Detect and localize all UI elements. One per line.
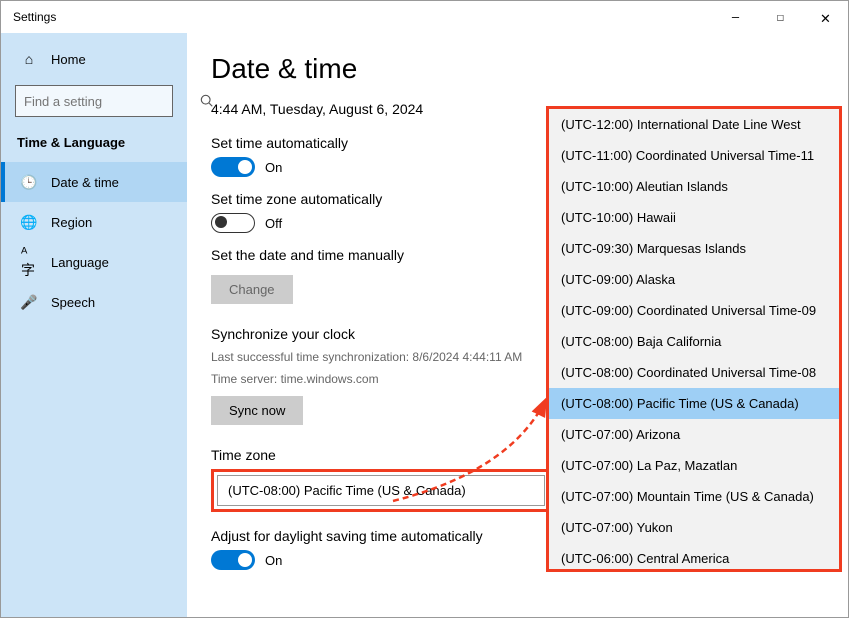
- speech-icon: 🎤: [21, 294, 37, 310]
- sidebar-item-region[interactable]: 🌐 Region: [1, 202, 187, 242]
- date-time-icon: 🕒: [21, 174, 37, 190]
- tz-option[interactable]: (UTC-07:00) Mountain Time (US & Canada): [549, 481, 839, 512]
- sidebar-item-label: Region: [51, 215, 92, 230]
- sidebar-item-label: Speech: [51, 295, 95, 310]
- set-tz-auto-state: Off: [265, 216, 282, 231]
- home-label: Home: [51, 52, 86, 67]
- sync-now-button[interactable]: Sync now: [211, 396, 303, 425]
- set-time-auto-toggle[interactable]: [211, 157, 255, 177]
- search-input[interactable]: [24, 94, 200, 109]
- tz-option[interactable]: (UTC-12:00) International Date Line West: [549, 109, 839, 140]
- search-box[interactable]: [15, 85, 173, 117]
- tz-option[interactable]: (UTC-08:00) Pacific Time (US & Canada): [549, 388, 839, 419]
- tz-option[interactable]: (UTC-07:00) Arizona: [549, 419, 839, 450]
- tz-option[interactable]: (UTC-07:00) La Paz, Mazatlan: [549, 450, 839, 481]
- minimize-button[interactable]: —: [713, 1, 758, 33]
- tz-select[interactable]: (UTC-08:00) Pacific Time (US & Canada): [217, 475, 545, 506]
- titlebar: Settings — ☐ ✕: [1, 1, 848, 33]
- sidebar-item-language[interactable]: ᴬ字 Language: [1, 242, 187, 282]
- sidebar-item-date-time[interactable]: 🕒 Date & time: [1, 162, 187, 202]
- tz-option[interactable]: (UTC-09:30) Marquesas Islands: [549, 233, 839, 264]
- sidebar-item-speech[interactable]: 🎤 Speech: [1, 282, 187, 322]
- sidebar-category: Time & Language: [1, 123, 187, 162]
- tz-option[interactable]: (UTC-09:00) Coordinated Universal Time-0…: [549, 295, 839, 326]
- close-button[interactable]: ✕: [803, 1, 848, 33]
- tz-option[interactable]: (UTC-08:00) Coordinated Universal Time-0…: [549, 357, 839, 388]
- dst-state: On: [265, 553, 282, 568]
- sidebar: ⌂ Home Time & Language 🕒 Date & time 🌐 Regi…: [1, 33, 187, 617]
- sidebar-item-label: Date & time: [51, 175, 119, 190]
- page-title: Date & time: [211, 53, 824, 85]
- set-tz-auto-toggle[interactable]: [211, 213, 255, 233]
- change-button[interactable]: Change: [211, 275, 293, 304]
- maximize-button[interactable]: ☐: [758, 1, 803, 33]
- tz-option[interactable]: (UTC-08:00) Baja California: [549, 326, 839, 357]
- set-time-auto-state: On: [265, 160, 282, 175]
- tz-option[interactable]: (UTC-09:00) Alaska: [549, 264, 839, 295]
- tz-dropdown: (UTC-12:00) International Date Line West…: [546, 106, 842, 572]
- tz-option[interactable]: (UTC-07:00) Yukon: [549, 512, 839, 543]
- tz-option[interactable]: (UTC-10:00) Hawaii: [549, 202, 839, 233]
- dst-toggle[interactable]: [211, 550, 255, 570]
- window-title: Settings: [13, 10, 56, 24]
- tz-option[interactable]: (UTC-11:00) Coordinated Universal Time-1…: [549, 140, 839, 171]
- region-icon: 🌐: [21, 214, 37, 230]
- tz-highlight: (UTC-08:00) Pacific Time (US & Canada): [211, 469, 551, 512]
- tz-dropdown-list[interactable]: (UTC-12:00) International Date Line West…: [549, 109, 839, 569]
- language-icon: ᴬ字: [21, 254, 37, 270]
- home-icon: ⌂: [21, 51, 37, 67]
- tz-option[interactable]: (UTC-10:00) Aleutian Islands: [549, 171, 839, 202]
- tz-option[interactable]: (UTC-06:00) Central America: [549, 543, 839, 569]
- sidebar-item-label: Language: [51, 255, 109, 270]
- home-nav[interactable]: ⌂ Home: [1, 41, 187, 77]
